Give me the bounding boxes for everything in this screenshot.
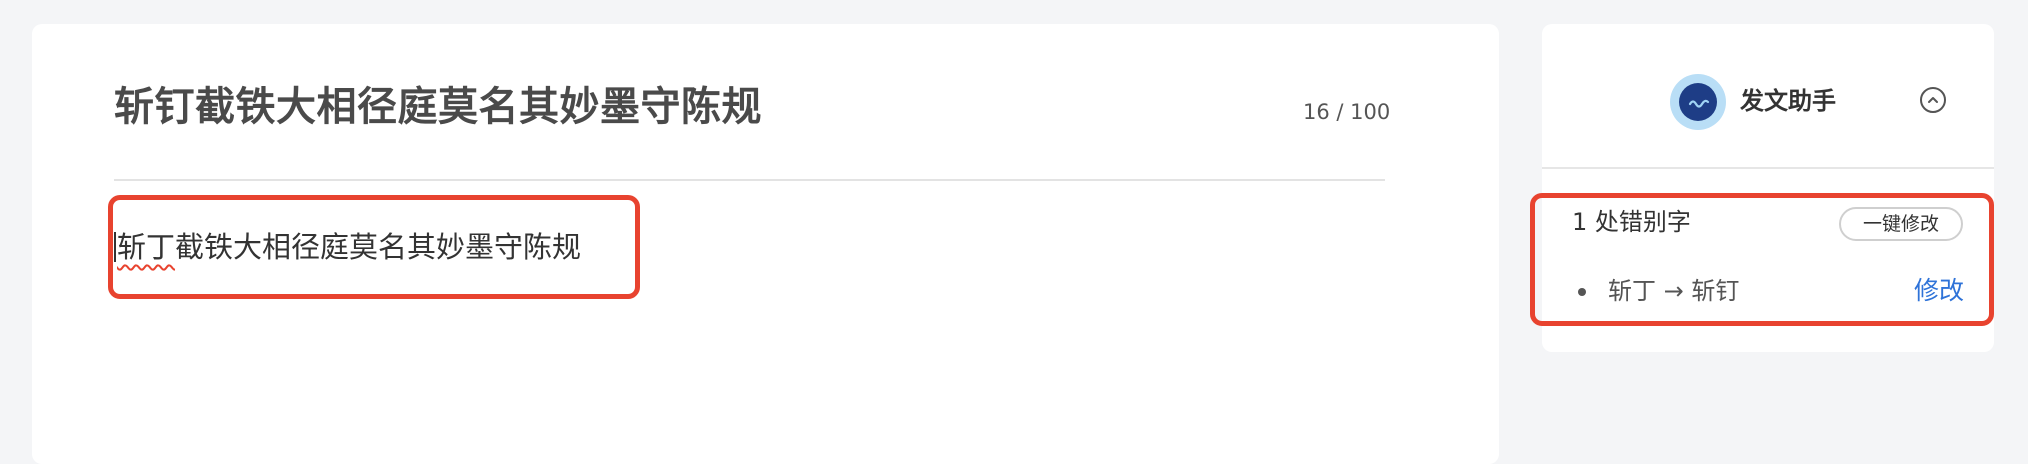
title-divider [114, 179, 1385, 181]
avatar-face [1679, 83, 1717, 121]
chevron-up-circle-icon[interactable] [1920, 87, 1946, 113]
typo-suggestion: 斩丁 → 斩钉 [1608, 277, 1740, 305]
fix-link[interactable]: 修改 [1914, 274, 1964, 308]
fix-all-button[interactable]: 一键修改 [1839, 207, 1963, 241]
article-body[interactable]: 斩丁截铁大相径庭莫名其妙墨守陈规 [114, 226, 581, 268]
article-title[interactable]: 斩钉截铁大相径庭莫名其妙墨守陈规 [114, 78, 762, 136]
typo-count-label: 1 处错别字 [1572, 208, 1691, 236]
avatar-wave-icon [1688, 99, 1710, 108]
assistant-avatar-icon [1670, 74, 1726, 130]
bullet-icon [1578, 288, 1586, 296]
typo-word[interactable]: 斩丁 [117, 230, 175, 264]
assistant-header: 发文助手 [1542, 24, 1994, 169]
title-char-counter: 16 / 100 [1303, 100, 1391, 124]
text-caret [114, 232, 116, 262]
assistant-title: 发文助手 [1740, 87, 1836, 115]
body-text-rest: 截铁大相径庭莫名其妙墨守陈规 [175, 230, 582, 264]
